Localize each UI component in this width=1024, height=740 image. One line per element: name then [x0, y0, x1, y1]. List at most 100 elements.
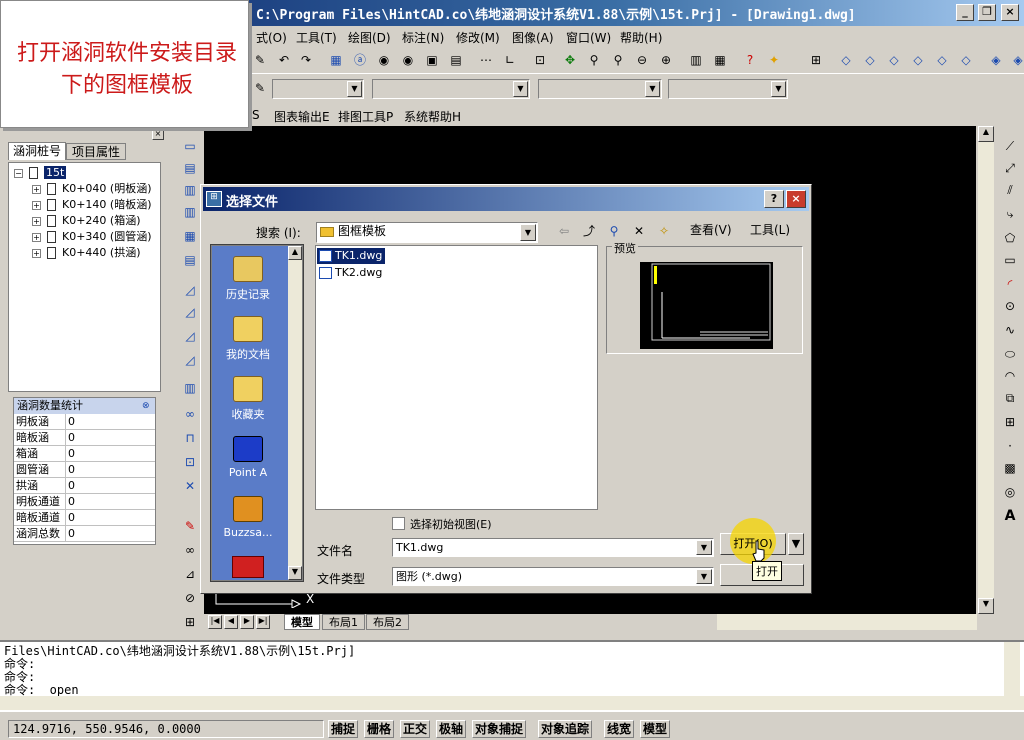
submenu-help[interactable]: 系统帮助H: [404, 108, 461, 125]
place-buzzsaw[interactable]: Buzzsa...: [210, 496, 286, 539]
command-hscrollbar[interactable]: [0, 696, 1024, 710]
layers-icon[interactable]: ▤: [446, 50, 466, 70]
submenu-layout-tools[interactable]: 排图工具P: [338, 108, 393, 125]
tree-item[interactable]: + K0+240 (箱涵): [32, 213, 141, 229]
export-tool-icon[interactable]: ⊡: [180, 452, 200, 472]
multiline-icon[interactable]: ⫽: [1000, 180, 1020, 200]
region-icon[interactable]: ◎: [1000, 482, 1020, 502]
initial-view-checkbox[interactable]: [392, 517, 405, 530]
angle-icon[interactable]: ∟: [500, 50, 520, 70]
a-icon[interactable]: ⓐ: [350, 50, 370, 70]
menu-dimension[interactable]: 标注(N): [402, 29, 444, 46]
tools-menu[interactable]: 工具(L): [750, 221, 790, 238]
properties-icon[interactable]: ▥: [686, 50, 706, 70]
chevron-down-icon[interactable]: ▼: [696, 540, 712, 555]
layer-combo[interactable]: ▼: [272, 79, 364, 99]
open-dropdown-button[interactable]: ▼: [788, 533, 804, 555]
cube2-icon[interactable]: ◇: [860, 50, 880, 70]
color-combo[interactable]: ▼: [372, 79, 530, 99]
lineweight-combo[interactable]: ▼: [668, 79, 788, 99]
zoom-realtime-icon[interactable]: ⚲: [584, 50, 604, 70]
tab-next-icon[interactable]: ▶: [240, 615, 254, 629]
zoom-prev-icon[interactable]: ⊖: [632, 50, 652, 70]
table-tool-icon[interactable]: ▦: [180, 226, 200, 246]
submenu-chart-output[interactable]: 图表输出E: [274, 108, 330, 125]
cube5-icon[interactable]: ◇: [932, 50, 952, 70]
toggle-otrack[interactable]: 对象追踪: [538, 720, 593, 738]
up-folder-icon[interactable]: ⤴: [579, 221, 599, 241]
offset-icon[interactable]: ⊘: [180, 588, 200, 608]
bridge-tool-icon[interactable]: ⊓: [180, 428, 200, 448]
file-item-selected[interactable]: TK1.dwg: [317, 248, 386, 264]
tab-model[interactable]: 模型: [284, 614, 320, 630]
tab-layout1[interactable]: 布局1: [322, 614, 365, 630]
spline-icon[interactable]: ∿: [1000, 320, 1020, 340]
box-tool-icon[interactable]: ▤: [180, 158, 200, 178]
polygon-icon[interactable]: ⬠: [1000, 228, 1020, 248]
star-icon[interactable]: ✦: [764, 50, 784, 70]
collapse-icon[interactable]: ⊗: [142, 401, 150, 411]
place-my-documents[interactable]: 我的文档: [210, 316, 286, 362]
array-icon[interactable]: ⊞: [180, 612, 200, 632]
place-history[interactable]: 历史记录: [210, 256, 286, 302]
frame-tool-icon[interactable]: ▥: [180, 378, 200, 398]
filetype-combo[interactable]: 图形 (*.dwg) ▼: [392, 567, 714, 586]
tab-prev-icon[interactable]: ◀: [224, 615, 238, 629]
horizontal-scrollbar[interactable]: [717, 614, 977, 630]
cube4-icon[interactable]: ◇: [908, 50, 928, 70]
toggle-lineweight[interactable]: 线宽: [604, 720, 635, 738]
view-icon[interactable]: ⊞: [806, 50, 826, 70]
database-icon[interactable]: ▣: [422, 50, 442, 70]
cube8-icon[interactable]: ◈: [1008, 50, 1024, 70]
help-icon[interactable]: ?: [740, 50, 760, 70]
dialog-close-button[interactable]: ×: [786, 190, 806, 208]
distance-icon[interactable]: ⋯: [476, 50, 496, 70]
zoom-ext-icon[interactable]: ⊕: [656, 50, 676, 70]
hatch-icon[interactable]: ▩: [1000, 458, 1020, 478]
maximize-button[interactable]: ❐: [978, 4, 996, 21]
cube6-icon[interactable]: ◇: [956, 50, 976, 70]
ellipse-icon[interactable]: ⬭: [1000, 344, 1020, 364]
new-folder-icon[interactable]: ✧: [654, 221, 674, 241]
toggle-polar[interactable]: 极轴: [436, 720, 467, 738]
copy-icon[interactable]: ∞: [180, 540, 200, 560]
insert-block-icon[interactable]: ⧉: [1000, 388, 1020, 408]
circle-icon[interactable]: ⊙: [1000, 296, 1020, 316]
menu-image[interactable]: 图像(A): [512, 29, 554, 46]
menu-format[interactable]: 式(O): [256, 29, 287, 46]
panel-close-icon[interactable]: ×: [152, 128, 164, 140]
tab-project-props[interactable]: 项目属性: [66, 143, 126, 160]
book-tool-icon[interactable]: ▥: [180, 202, 200, 222]
circles-tool-icon[interactable]: ∞: [180, 404, 200, 424]
pan-icon[interactable]: ✥: [560, 50, 580, 70]
menu-window[interactable]: 窗口(W): [566, 29, 611, 46]
eraser-icon[interactable]: ✎: [180, 516, 200, 536]
toggle-snap[interactable]: 捕捉: [328, 720, 359, 738]
delete-icon[interactable]: ✕: [629, 221, 649, 241]
polyline-icon[interactable]: ⤷: [1000, 204, 1020, 224]
xline-icon[interactable]: ⤢: [1000, 158, 1020, 178]
tab-layout2[interactable]: 布局2: [366, 614, 409, 630]
layer-icon[interactable]: ✎: [250, 78, 270, 98]
command-scrollbar[interactable]: [1004, 642, 1020, 696]
tree-root[interactable]: −15t: [14, 165, 67, 181]
scroll-up-icon[interactable]: ▲: [978, 126, 994, 142]
grid-icon[interactable]: ▦: [326, 50, 346, 70]
globe2-icon[interactable]: ◉: [398, 50, 418, 70]
rect-tool-icon[interactable]: ▭: [180, 136, 200, 156]
design-center-icon[interactable]: ▦: [710, 50, 730, 70]
menu-draw[interactable]: 绘图(D): [348, 29, 391, 46]
text-icon[interactable]: A: [1000, 506, 1020, 526]
zoom-icon[interactable]: ⚲: [608, 50, 628, 70]
submenu-s[interactable]: S: [252, 108, 260, 122]
globe-icon[interactable]: ◉: [374, 50, 394, 70]
menu-help[interactable]: 帮助(H): [620, 29, 662, 46]
grid-tool-icon[interactable]: ▥: [180, 180, 200, 200]
linetype-combo[interactable]: ▼: [538, 79, 662, 99]
slope3-icon[interactable]: ◿: [180, 326, 200, 346]
scroll-down-icon[interactable]: ▼: [978, 598, 994, 614]
tab-last-icon[interactable]: ▶|: [256, 615, 270, 629]
slope1-icon[interactable]: ◿: [180, 280, 200, 300]
places-scrollbar[interactable]: [288, 246, 302, 580]
file-item[interactable]: TK2.dwg: [317, 265, 385, 281]
